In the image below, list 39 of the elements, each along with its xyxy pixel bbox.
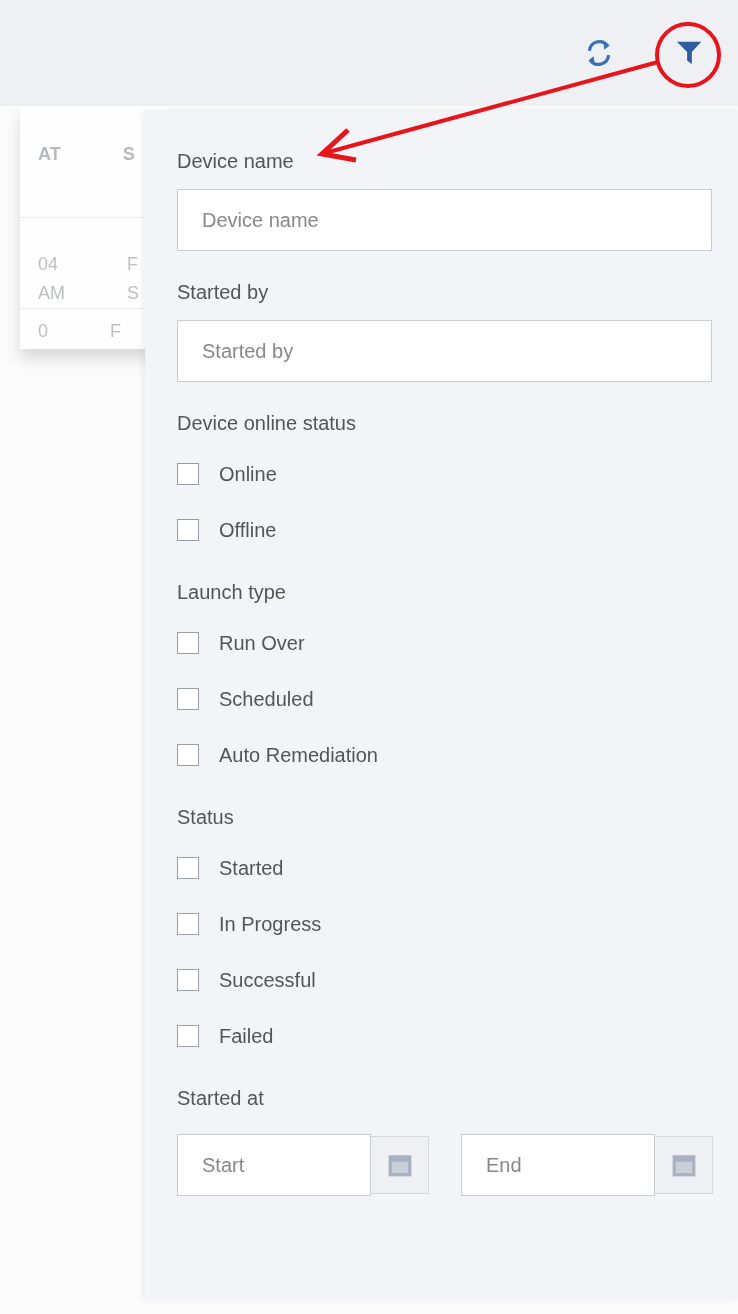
checkbox[interactable] [177, 519, 199, 541]
checkbox-option[interactable]: Started [177, 855, 712, 881]
highlight-circle [655, 22, 721, 88]
field-label: Status [177, 806, 235, 829]
calendar-button[interactable] [655, 1136, 713, 1194]
field-label: Launch type [177, 581, 287, 604]
calendar-icon [386, 1152, 413, 1178]
date-input[interactable]: Start [177, 1134, 371, 1196]
table-cell-text: F S [127, 253, 139, 305]
field-label: Started at [177, 1087, 265, 1110]
checkbox[interactable] [177, 688, 199, 710]
table-cell-text: 0 [38, 319, 48, 343]
field-label: Device online status [177, 412, 357, 435]
checkbox-option[interactable]: Failed [177, 1023, 712, 1049]
checkbox[interactable] [177, 857, 199, 879]
checkbox-option[interactable]: Online [177, 461, 712, 487]
checkbox-option[interactable]: Auto Remediation [177, 742, 712, 768]
field-label: Started by [177, 281, 270, 304]
calendar-button[interactable] [371, 1136, 429, 1194]
checkbox[interactable] [177, 1025, 199, 1047]
checkbox[interactable] [177, 744, 199, 766]
checkbox-option[interactable]: In Progress [177, 911, 712, 937]
checkbox[interactable] [177, 632, 199, 654]
calendar-icon [670, 1152, 697, 1178]
checkbox[interactable] [177, 913, 199, 935]
column-header: AT [38, 144, 61, 166]
checkbox-option[interactable]: Run Over [177, 630, 712, 656]
date-input[interactable]: End [461, 1134, 655, 1196]
column-header: S [122, 144, 135, 166]
input-field[interactable]: Started by [177, 320, 712, 382]
field-label: Device name [177, 150, 295, 173]
checkbox[interactable] [177, 463, 199, 485]
checkbox-option[interactable]: Scheduled [177, 686, 712, 712]
checkbox[interactable] [177, 969, 199, 991]
table-cell-text: 04 AM [38, 253, 65, 305]
table-cell-text: F [110, 319, 121, 343]
input-field[interactable]: Device name [177, 189, 712, 251]
checkbox-option[interactable]: Offline [177, 517, 712, 543]
checkbox-option[interactable]: Successful [177, 967, 712, 993]
